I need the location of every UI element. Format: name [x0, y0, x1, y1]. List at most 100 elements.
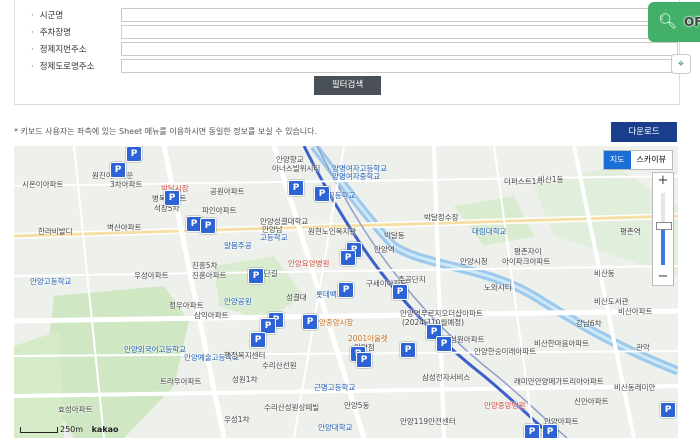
map-label: 행정복지센터: [224, 351, 266, 360]
map-label: 근명고등학교: [314, 383, 356, 392]
parking-pin[interactable]: P: [248, 268, 264, 284]
city-input[interactable]: [121, 8, 678, 22]
road-address-input[interactable]: [121, 59, 678, 73]
parking-pin[interactable]: P: [164, 190, 180, 206]
map-label: 삼익아파트: [194, 311, 229, 320]
filter-panel: · 시군명 · 주차장명 · 정제지번주소 · 정제도로명주소 필터검색: [14, 0, 680, 105]
parking-pin[interactable]: P: [338, 282, 354, 298]
map-label: 우성1차: [224, 415, 250, 424]
map-label: 진흥아파트: [192, 271, 227, 280]
map-label: 강남6차: [576, 319, 602, 328]
filter-label-parking-name: 주차장명: [39, 28, 71, 38]
keyboard-note: * 키보드 사용자는 좌측에 있는 Sheet 메뉴를 이용하시면 동일한 정보…: [14, 127, 318, 136]
zoom-in-button[interactable]: +: [653, 173, 673, 189]
map-label: 래미안안양메가트리아아파트: [514, 377, 604, 386]
map-label: 아이파크아파트: [502, 257, 551, 266]
map-label: 파인아파트: [202, 206, 237, 215]
map-label: 벽산아파트: [107, 223, 142, 232]
map-label: 비산아파트: [618, 307, 653, 316]
filter-label-road-address: 정제도로명주소: [39, 62, 95, 72]
map-label: 안양5동: [344, 401, 370, 410]
filter-row-city: · 시군명: [15, 8, 679, 24]
zoom-out-button[interactable]: −: [653, 269, 673, 285]
map-label: 안양중앙병원: [484, 401, 526, 410]
map-label: 안양한승미래아파트: [474, 347, 537, 356]
scan-icon[interactable]: ⌖: [671, 54, 691, 74]
map-label: 삼성전자서비스: [422, 373, 471, 382]
map-label: 트라우아파트: [160, 377, 202, 386]
parking-pin[interactable]: P: [302, 314, 318, 330]
parking-pin[interactable]: P: [126, 146, 142, 162]
parking-pin[interactable]: P: [250, 332, 266, 348]
parking-pin[interactable]: P: [288, 180, 304, 196]
parking-pin[interactable]: P: [436, 336, 452, 352]
map-label: 안양시청: [460, 257, 488, 266]
map-label: 아너스빌위시티: [272, 164, 321, 173]
map-label: 박달정수장: [424, 213, 459, 222]
zoom-slider-handle[interactable]: [656, 222, 672, 231]
map-label: 안양고등학교: [30, 277, 72, 286]
map-label: 양명여자중학교: [332, 172, 381, 181]
map-label: 고등학교: [260, 233, 288, 242]
map-label: 공원아파트: [210, 187, 245, 196]
map-label: 안양공원: [224, 297, 252, 306]
parking-pin[interactable]: P: [524, 424, 540, 438]
parking-name-input[interactable]: [121, 25, 678, 39]
parking-pin[interactable]: P: [110, 162, 126, 178]
map-label: 신안아파트: [574, 397, 609, 406]
map-label: 시온이아파트: [22, 180, 64, 189]
map-label: 원현노인복지관: [308, 227, 357, 236]
map-label: 안양대학교: [318, 423, 353, 432]
map-label: 우성아파트: [134, 271, 169, 280]
parking-pin[interactable]: P: [314, 186, 330, 202]
map-label: 안양중앙시장: [312, 318, 354, 327]
scale-bar: [20, 426, 58, 433]
map-label: 성결대: [286, 293, 307, 302]
search-fab-label: OF: [684, 15, 700, 29]
scale-label: 250m: [60, 425, 84, 434]
map-label: 성원1차: [232, 375, 258, 384]
map-label: 한라비발디: [38, 227, 73, 236]
map-label: 안양요양병원: [288, 259, 330, 268]
search-fab[interactable]: 🔍︎ OF: [648, 2, 700, 42]
map-label: 효성아파트: [58, 405, 93, 414]
parking-pin[interactable]: P: [542, 424, 558, 438]
bullet-icon: ·: [31, 28, 34, 38]
map-type-skyview-button[interactable]: 스카이뷰: [631, 151, 672, 169]
parking-pin[interactable]: P: [392, 284, 408, 300]
lot-address-input[interactable]: [121, 42, 678, 56]
map-label: 평촌역: [620, 227, 641, 236]
map-label: 비산1동: [538, 175, 564, 184]
map-label: 비산동: [594, 269, 615, 278]
kakao-logo: kakao: [91, 425, 119, 434]
filter-row-parking-name: · 주차장명: [15, 25, 679, 41]
map-label: 박달동: [384, 231, 405, 240]
map-label: 3차아파트: [110, 180, 143, 189]
parking-pin[interactable]: P: [340, 250, 356, 266]
filter-label-lot-address: 정제지번주소: [39, 45, 87, 55]
map-label: 안양외국어고등학교: [124, 345, 187, 354]
filter-search-button[interactable]: 필터검색: [314, 76, 381, 95]
map-label: 안양역: [374, 245, 395, 254]
parking-pin[interactable]: P: [400, 342, 416, 358]
bullet-icon: ·: [31, 11, 34, 21]
parking-pin[interactable]: P: [660, 402, 676, 418]
map-label: 노와시티: [484, 283, 512, 292]
map-view[interactable]: 안양향교 아너스빌위시티 양명여자고등학교 양명여자중학교 양명고등학교 시온이…: [14, 146, 678, 438]
map-label: 대림대학교: [472, 227, 507, 236]
map-label: 수리산성원상떼빌: [264, 403, 320, 412]
parking-pin[interactable]: P: [356, 352, 372, 368]
download-button[interactable]: 다운로드: [611, 122, 677, 142]
map-type-map-button[interactable]: 지도: [603, 151, 631, 169]
map-type-toggle: 지도 스카이뷰: [602, 150, 673, 170]
map-label: 관악: [636, 343, 650, 352]
map-label: 비산한마음아파트: [534, 339, 590, 348]
zoom-level-fill: [661, 225, 665, 265]
map-label: 안양119안전센터: [400, 417, 456, 426]
bullet-icon: ·: [31, 62, 34, 72]
filter-row-road-address: · 정제도로명주소: [15, 59, 679, 75]
bullet-icon: ·: [31, 45, 34, 55]
map-scale: 250m kakao: [20, 425, 119, 434]
map-label: 수리산선원: [262, 361, 297, 370]
parking-pin[interactable]: P: [200, 218, 216, 234]
